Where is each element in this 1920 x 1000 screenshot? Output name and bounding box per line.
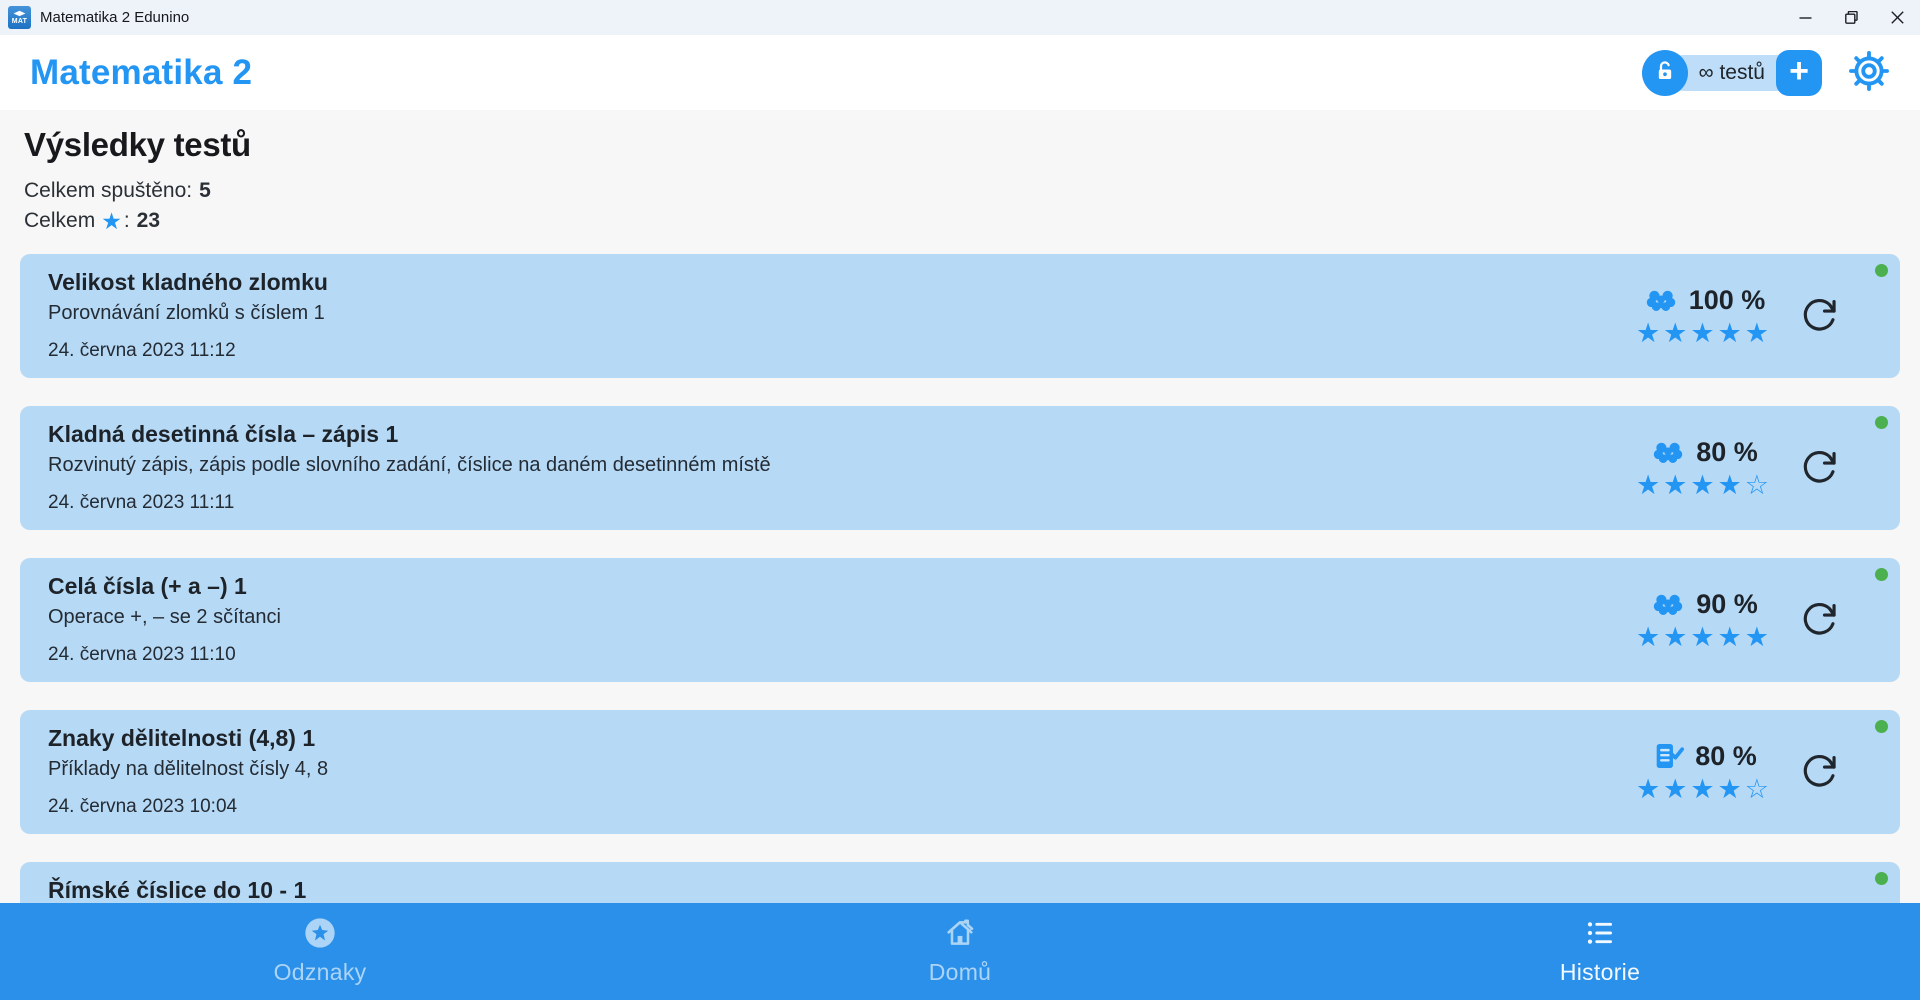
test-title: Celá čísla (+ a –) 1 — [48, 573, 247, 599]
nav-item-home[interactable]: Domů — [640, 903, 1280, 1000]
header-actions: ∞ testů + — [1641, 49, 1890, 96]
app-header: Matematika 2 ∞ testů + — [0, 35, 1920, 110]
stat-stars-value: 23 — [136, 209, 161, 232]
brain-icon — [1650, 589, 1686, 619]
star-icon: ★ — [101, 208, 122, 234]
test-info: Kladná desetinná čísla – zápis 1 Rozvinu… — [48, 421, 771, 515]
badge-star-icon — [304, 917, 336, 949]
main-content: Výsledky testů Celkem spuštěno: 5 Celkem… — [0, 110, 1920, 986]
test-score-area: 80 % ★★★★☆ — [1636, 421, 1872, 515]
app-icon: MAT — [8, 6, 31, 29]
app-title: Matematika 2 — [30, 52, 253, 92]
retry-test-button[interactable] — [1800, 600, 1838, 641]
stat-stars-label: Celkem — [24, 209, 96, 232]
test-title: Kladná desetinná čísla – zápis 1 — [48, 421, 399, 447]
os-titlebar[interactable]: MAT Matematika 2 Edunino — [0, 0, 1920, 35]
test-date: 24. června 2023 11:11 — [48, 492, 235, 513]
status-dot — [1875, 568, 1888, 581]
test-date: 24. června 2023 11:12 — [48, 340, 236, 361]
nav-label-home: Domů — [928, 959, 992, 985]
score-block: 80 % ★★★★☆ — [1635, 740, 1772, 805]
star-rating: ★★★★☆ — [1635, 469, 1772, 500]
refresh-icon — [1800, 448, 1838, 489]
test-list: Velikost kladného zlomku Porovnávání zlo… — [20, 254, 1900, 986]
retry-test-button[interactable] — [1800, 752, 1838, 793]
star-rating: ★★★★★ — [1635, 317, 1772, 348]
refresh-icon — [1800, 296, 1838, 337]
test-subtitle: Příklady na dělitelnost čísly 4, 8 — [48, 758, 329, 780]
status-dot — [1875, 872, 1888, 885]
refresh-icon — [1800, 752, 1838, 793]
test-info: Celá čísla (+ a –) 1 Operace +, – se 2 s… — [48, 573, 281, 667]
brain-icon — [1650, 437, 1686, 467]
home-icon — [944, 917, 976, 949]
test-title: Znaky dělitelnosti (4,8) 1 — [48, 725, 316, 751]
license-group: ∞ testů + — [1641, 49, 1822, 96]
retry-test-button[interactable] — [1800, 448, 1838, 489]
score-block: 90 % ★★★★★ — [1636, 589, 1772, 652]
stat-total-stars: Celkem ★ : 23 — [24, 206, 1900, 236]
test-date: 24. června 2023 10:04 — [48, 796, 238, 817]
restore-button[interactable] — [1828, 0, 1874, 35]
test-result-card[interactable]: Znaky dělitelnosti (4,8) 1 Příklady na d… — [20, 710, 1900, 834]
app-icon-label: MAT — [11, 18, 28, 25]
test-subtitle: Rozvinutý zápis, zápis podle slovního za… — [48, 454, 771, 476]
bottom-nav: Odznaky Domů Historie — [0, 903, 1920, 1000]
test-result-card[interactable]: Kladná desetinná čísla – zápis 1 Rozvinu… — [20, 406, 1900, 530]
refresh-icon — [1800, 600, 1838, 641]
test-check-icon — [1651, 740, 1685, 772]
score-percent: 80 % — [1696, 436, 1758, 467]
test-subtitle: Porovnávání zlomků s číslem 1 — [48, 302, 325, 324]
summary-stats: Celkem spuštěno: 5 Celkem ★ : 23 — [20, 176, 1900, 236]
test-info: Znaky dělitelnosti (4,8) 1 Příklady na d… — [48, 725, 328, 819]
status-dot — [1875, 416, 1888, 429]
score-percent: 90 % — [1696, 588, 1758, 619]
test-date: 24. června 2023 11:10 — [48, 644, 236, 665]
score-percent: 80 % — [1695, 740, 1757, 771]
settings-button[interactable] — [1848, 50, 1890, 95]
test-score-area: 100 % ★★★★★ — [1636, 269, 1872, 363]
status-dot — [1875, 264, 1888, 277]
minimize-button[interactable] — [1782, 0, 1828, 35]
star-rating: ★★★★★ — [1635, 621, 1772, 652]
stat-stars-colon: : — [123, 209, 130, 232]
list-icon — [1584, 917, 1616, 949]
lock-button[interactable] — [1641, 49, 1688, 96]
unlock-icon — [1652, 58, 1678, 87]
test-score-area: 90 % ★★★★★ — [1636, 573, 1872, 667]
stat-started-label: Celkem spuštěno: — [24, 179, 193, 202]
gear-icon — [1848, 50, 1890, 95]
nav-item-badges[interactable]: Odznaky — [0, 903, 640, 1000]
test-title: Velikost kladného zlomku — [48, 269, 328, 295]
score-percent: 100 % — [1688, 284, 1766, 315]
star-rating: ★★★★☆ — [1635, 774, 1772, 804]
nav-item-history[interactable]: Historie — [1280, 903, 1920, 1000]
test-info: Velikost kladného zlomku Porovnávání zlo… — [48, 269, 328, 363]
status-dot — [1875, 720, 1888, 733]
stat-total-started: Celkem spuštěno: 5 — [24, 176, 1900, 206]
stat-started-value: 5 — [199, 179, 211, 202]
page-title: Výsledky testů — [24, 126, 251, 163]
window-title: Matematika 2 Edunino — [40, 9, 190, 26]
test-subtitle: Operace +, – se 2 sčítanci — [48, 606, 281, 628]
nav-label-badges: Odznaky — [273, 959, 367, 985]
app-window: MAT Matematika 2 Edunino Matematika 2 ∞ … — [0, 0, 1920, 1000]
test-title: Římské číslice do 10 - 1 — [48, 877, 307, 903]
add-test-button[interactable]: + — [1776, 49, 1822, 96]
score-block: 80 % ★★★★☆ — [1636, 437, 1772, 500]
retry-test-button[interactable] — [1800, 296, 1838, 337]
test-score-area: 80 % ★★★★☆ — [1636, 725, 1872, 819]
test-result-card[interactable]: Velikost kladného zlomku Porovnávání zlo… — [20, 254, 1900, 378]
score-block: 100 % ★★★★★ — [1636, 285, 1772, 348]
brain-icon — [1643, 285, 1679, 315]
test-result-card[interactable]: Celá čísla (+ a –) 1 Operace +, – se 2 s… — [20, 558, 1900, 682]
close-button[interactable] — [1874, 0, 1920, 35]
nav-label-history: Historie — [1559, 959, 1641, 985]
